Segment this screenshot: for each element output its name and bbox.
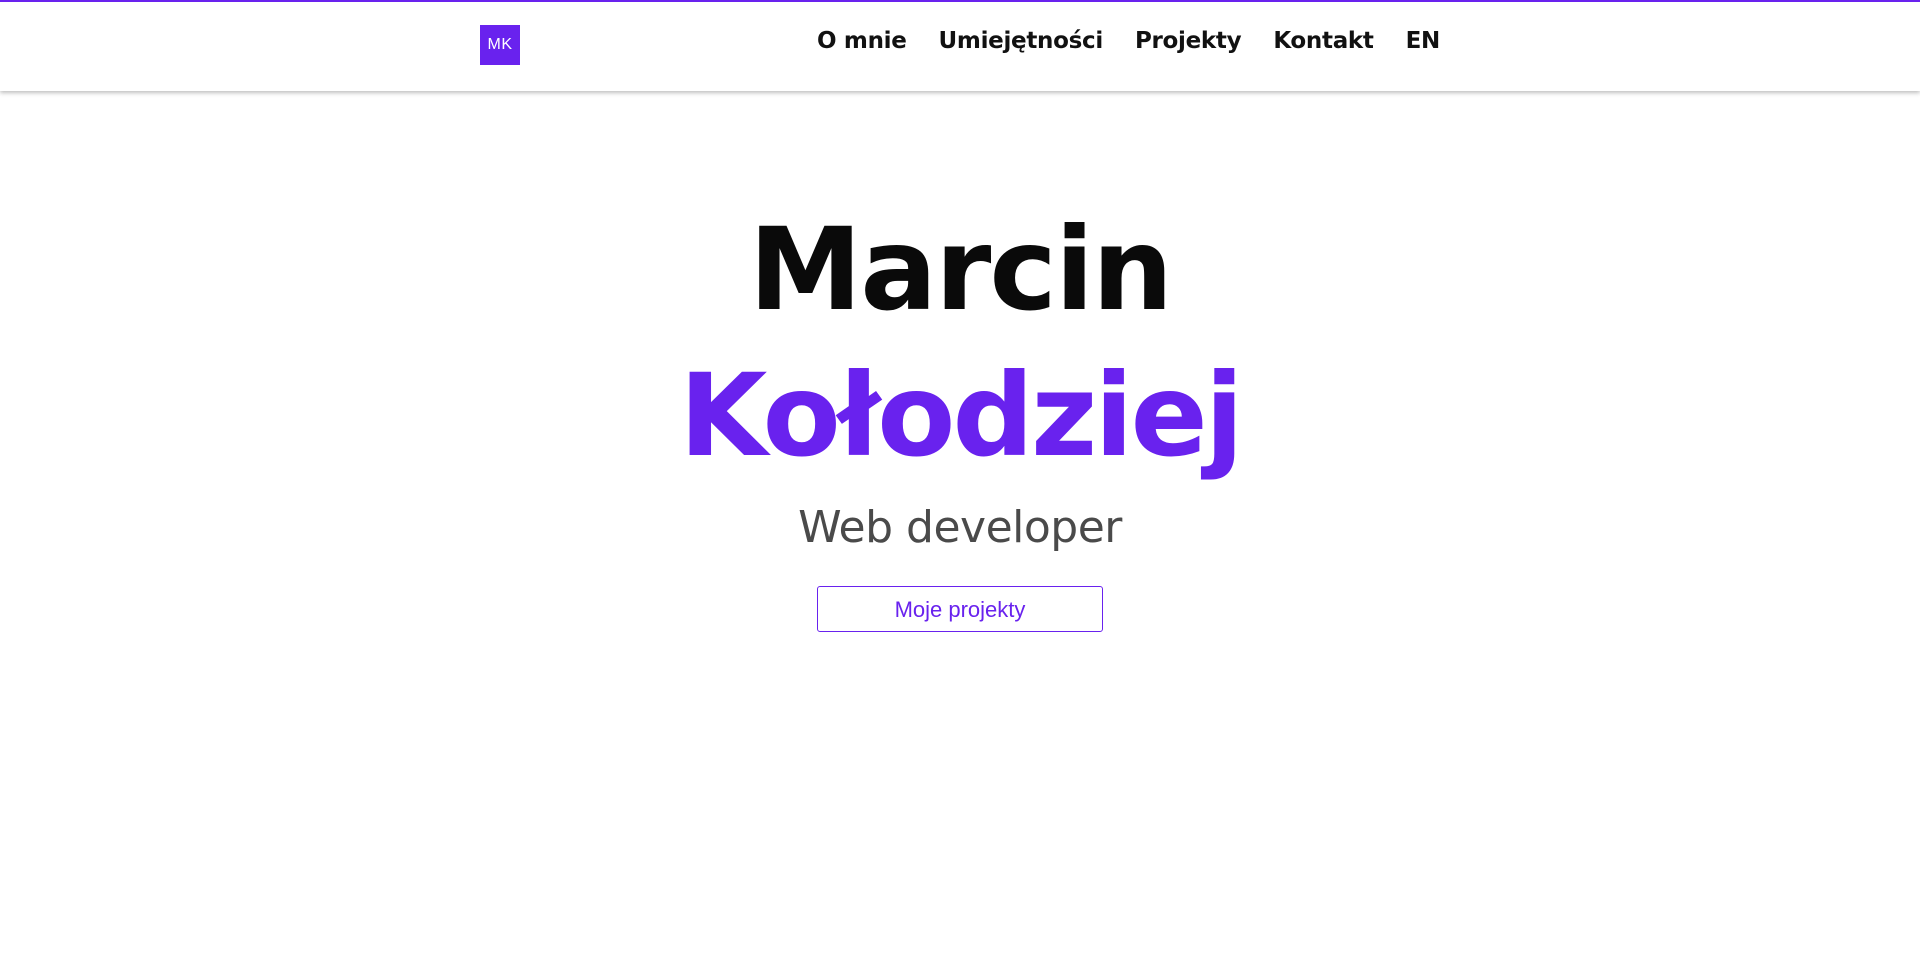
hero-first-name: Marcin bbox=[748, 203, 1173, 336]
nav-link-about[interactable]: O mnie bbox=[817, 28, 907, 54]
nav-link-skills[interactable]: Umiejętności bbox=[939, 28, 1104, 54]
navbar: MK O mnie Umiejętności Projekty Kontakt … bbox=[0, 0, 1920, 91]
language-switch[interactable]: EN bbox=[1406, 28, 1441, 54]
hero-role: Web developer bbox=[798, 502, 1122, 553]
logo[interactable]: MK bbox=[480, 25, 520, 65]
nav-link-projects[interactable]: Projekty bbox=[1135, 28, 1242, 54]
nav-link-contact[interactable]: Kontakt bbox=[1273, 28, 1374, 54]
nav-links: O mnie Umiejętności Projekty Kontakt EN bbox=[817, 28, 1440, 54]
hero-last-name: Kołodziej bbox=[679, 349, 1244, 482]
page: MK O mnie Umiejętności Projekty Kontakt … bbox=[0, 0, 1920, 969]
hero-section: Marcin Kołodziej Web developer Moje proj… bbox=[0, 200, 1920, 632]
top-accent-line bbox=[0, 0, 1920, 2]
my-projects-button[interactable]: Moje projekty bbox=[817, 586, 1103, 632]
